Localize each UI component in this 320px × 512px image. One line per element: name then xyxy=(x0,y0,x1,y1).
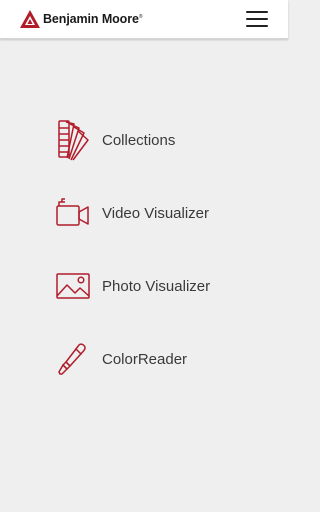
menu-item-label: ColorReader xyxy=(102,350,188,368)
app-header: Benjamin Moore® xyxy=(0,0,288,39)
menu-item-photo-visualizer[interactable]: Photo Visualizer xyxy=(54,264,264,308)
app-screen: Benjamin Moore® Collections Video Visual… xyxy=(0,0,288,512)
photo-landscape-icon xyxy=(54,264,92,308)
hamburger-menu-icon[interactable] xyxy=(246,10,268,29)
menu-item-colorreader[interactable]: ColorReader xyxy=(54,337,264,381)
menu-item-label: Photo Visualizer xyxy=(102,277,211,295)
brand-logo[interactable]: Benjamin Moore® xyxy=(19,9,143,29)
menu-item-video-visualizer[interactable]: Video Visualizer xyxy=(54,191,264,235)
menu-item-label: Collections xyxy=(102,131,176,149)
brand-registered-mark: ® xyxy=(138,13,143,20)
benjamin-moore-logo-icon xyxy=(20,10,40,28)
video-camera-icon xyxy=(54,191,92,235)
menu-item-label: Video Visualizer xyxy=(102,204,210,222)
color-pen-icon xyxy=(54,337,92,381)
brand-name: Benjamin Moore® xyxy=(43,12,143,26)
menu-item-collections[interactable]: Collections xyxy=(54,118,264,162)
color-fan-deck-icon xyxy=(54,118,92,162)
